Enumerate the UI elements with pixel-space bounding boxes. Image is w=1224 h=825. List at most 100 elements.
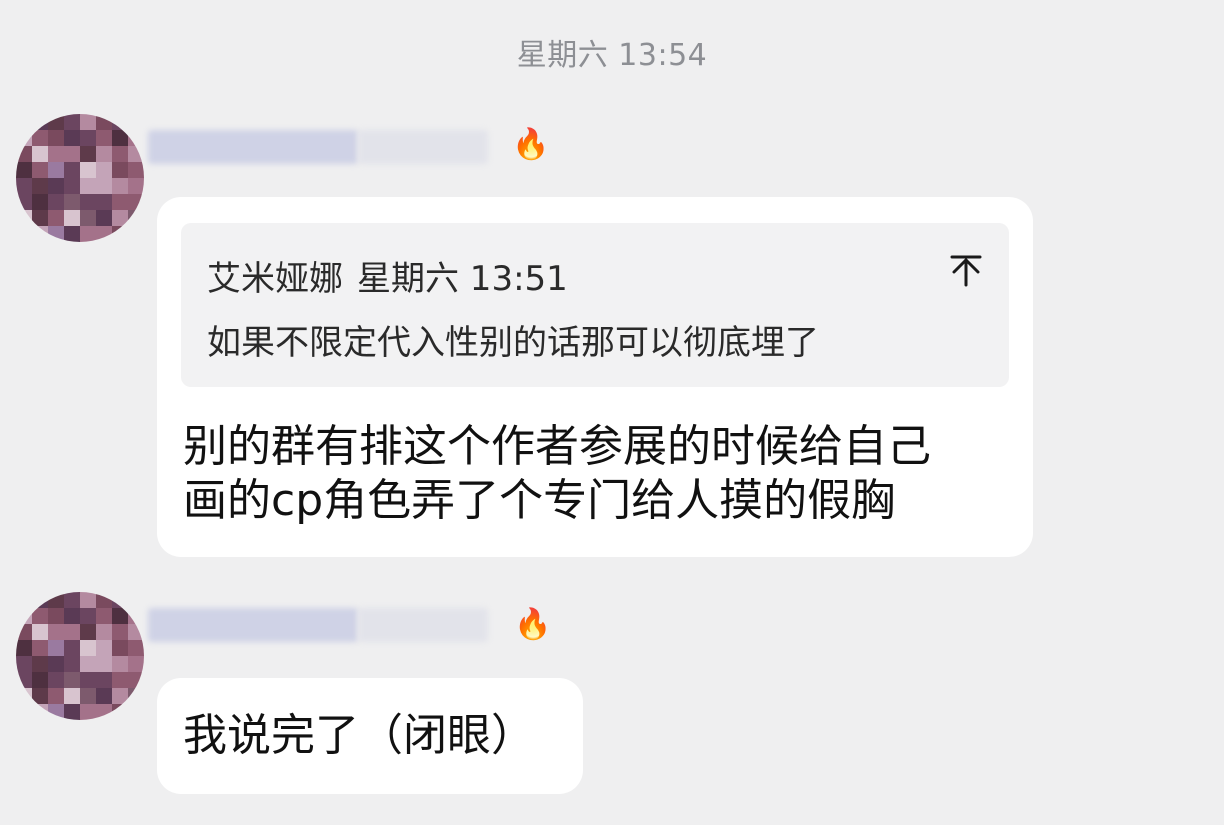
avatar-pixel: [128, 162, 144, 178]
avatar-pixel: [112, 624, 128, 640]
avatar-pixel: [64, 608, 80, 624]
message-line: 别的群有排这个作者参展的时候给自己: [183, 421, 931, 472]
avatar-pixel: [32, 146, 48, 162]
avatar-pixel: [96, 624, 112, 640]
campfire-icon: 🔥: [512, 127, 550, 162]
avatar-pixel: [16, 704, 32, 720]
avatar-pixel: [128, 194, 144, 210]
avatar-pixel: [48, 162, 64, 178]
quote-author: 艾米娅娜: [207, 259, 343, 299]
avatar-pixel: [32, 114, 48, 130]
avatar-pixel: [32, 640, 48, 656]
quote-time: 星期六 13:51: [357, 259, 568, 299]
avatar-pixel: [32, 226, 48, 242]
avatar-pixel: [48, 130, 64, 146]
message-bubble[interactable]: 我说完了（闭眼）: [157, 678, 583, 794]
avatar-pixel: [32, 210, 48, 226]
avatar-pixel: [80, 624, 96, 640]
avatar-pixel: [112, 592, 128, 608]
avatar-pixel: [32, 130, 48, 146]
avatar-pixel: [128, 178, 144, 194]
avatar-pixel: [32, 672, 48, 688]
avatar-pixel: [32, 194, 48, 210]
avatar-pixel: [96, 640, 112, 656]
message-line: 画的cp角色弄了个专门给人摸的假胸: [183, 475, 896, 526]
avatar-pixel: [128, 624, 144, 640]
avatar-pixel: [16, 162, 32, 178]
avatar-pixel: [80, 178, 96, 194]
avatar-pixel: [96, 162, 112, 178]
avatar-pixel: [64, 146, 80, 162]
avatar-pixel: [112, 688, 128, 704]
avatar-pixel: [128, 672, 144, 688]
avatar[interactable]: [16, 114, 144, 242]
avatar-pixel: [16, 114, 32, 130]
avatar-pixel: [128, 130, 144, 146]
avatar-pixel: [96, 114, 112, 130]
avatar-pixel: [48, 672, 64, 688]
avatar-pixel: [96, 178, 112, 194]
avatar-pixel: [48, 210, 64, 226]
avatar-pixel: [48, 592, 64, 608]
avatar-pixel: [112, 672, 128, 688]
avatar-pixel: [80, 672, 96, 688]
quoted-message[interactable]: 艾米娅娜 星期六 13:51 如果不限定代入性别的话那可以彻底埋了: [181, 223, 1009, 387]
avatar-pixel: [128, 114, 144, 130]
avatar-pixel: [64, 114, 80, 130]
avatar-pixel: [128, 608, 144, 624]
avatar-pixel: [128, 592, 144, 608]
avatar-pixel: [16, 226, 32, 242]
avatar-pixel: [96, 608, 112, 624]
quote-text: 如果不限定代入性别的话那可以彻底埋了: [207, 323, 819, 363]
avatar-pixel: [112, 704, 128, 720]
avatar-pixel: [112, 226, 128, 242]
avatar-pixel: [16, 178, 32, 194]
avatar-pixel: [64, 640, 80, 656]
avatar-pixel: [128, 688, 144, 704]
avatar-pixel: [16, 146, 32, 162]
avatar-pixel: [128, 226, 144, 242]
avatar-pixel: [112, 146, 128, 162]
avatar-pixel: [16, 656, 32, 672]
message-line: 我说完了（闭眼）: [183, 710, 535, 761]
avatar-pixel: [48, 146, 64, 162]
avatar[interactable]: [16, 592, 144, 720]
sender-name-blurred[interactable]: [148, 124, 498, 170]
avatar-pixel: [96, 672, 112, 688]
avatar-pixel: [80, 688, 96, 704]
avatar-pixel: [48, 114, 64, 130]
avatar-pixel: [112, 194, 128, 210]
avatar-pixel: [96, 226, 112, 242]
avatar-pixel: [64, 624, 80, 640]
avatar-pixel: [32, 178, 48, 194]
avatar-pixel: [16, 210, 32, 226]
avatar-pixel: [32, 656, 48, 672]
avatar-pixel: [96, 130, 112, 146]
avatar-pixel: [80, 656, 96, 672]
avatar-pixel: [128, 704, 144, 720]
avatar-pixel: [80, 210, 96, 226]
avatar-pixel: [64, 592, 80, 608]
sender-name-blurred[interactable]: [148, 602, 498, 648]
message-bubble[interactable]: 艾米娅娜 星期六 13:51 如果不限定代入性别的话那可以彻底埋了 别的群有排这个…: [157, 197, 1033, 557]
quote-header: 艾米娅娜 星期六 13:51: [207, 251, 568, 300]
avatar-pixel: [96, 656, 112, 672]
avatar-pixel: [64, 130, 80, 146]
avatar-pixel: [16, 194, 32, 210]
avatar-pixel: [128, 640, 144, 656]
avatar-pixel: [112, 608, 128, 624]
avatar-pixel: [128, 146, 144, 162]
avatar-pixel: [80, 704, 96, 720]
avatar-pixel: [80, 162, 96, 178]
avatar-pixel: [80, 194, 96, 210]
avatar-pixel: [32, 688, 48, 704]
avatar-pixel: [96, 146, 112, 162]
avatar-pixel: [112, 114, 128, 130]
avatar-pixel: [16, 624, 32, 640]
avatar-pixel: [80, 114, 96, 130]
avatar-pixel: [64, 162, 80, 178]
avatar-pixel: [96, 194, 112, 210]
avatar-pixel: [128, 656, 144, 672]
jump-to-top-icon[interactable]: [949, 253, 983, 287]
avatar-pixel: [48, 608, 64, 624]
